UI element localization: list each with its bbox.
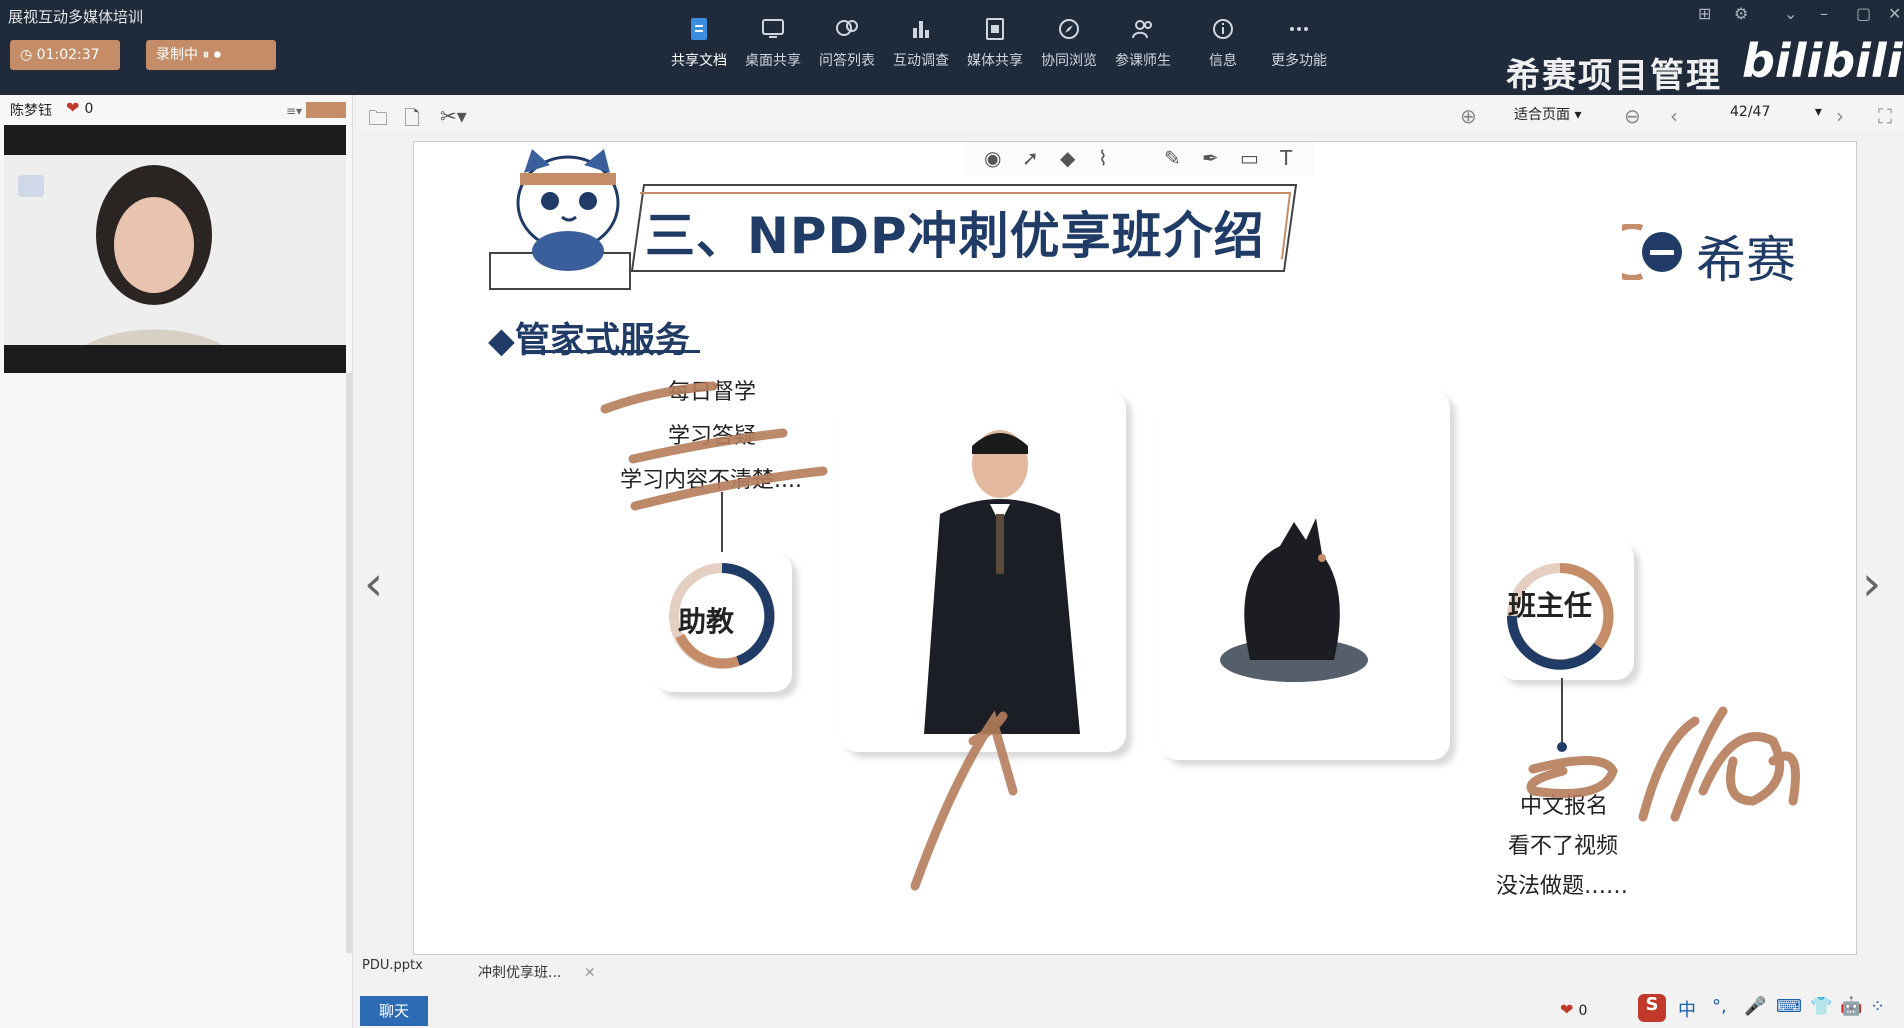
pen-annotations xyxy=(600,381,1800,891)
sogou-logo-icon: S xyxy=(1638,994,1666,1022)
bottom-like-count: 0 xyxy=(1578,1003,1588,1019)
list-menu-icon[interactable]: ≡▾ xyxy=(286,104,302,118)
film-icon xyxy=(986,18,1004,40)
tool-more[interactable]: 更多功能 xyxy=(1262,16,1336,70)
tool-media-share[interactable]: 媒体共享 xyxy=(958,16,1032,70)
page-indicator[interactable]: 42/47 ▾ xyxy=(1730,104,1822,120)
like-counter[interactable]: ❤ 0 xyxy=(66,98,93,117)
tool-participants[interactable]: 参课师生 xyxy=(1106,16,1180,70)
open-folder-icon[interactable]: 🗀 xyxy=(368,104,388,138)
record-button[interactable]: 录制中 ⏸ ⏺ xyxy=(146,40,276,70)
minimize-icon[interactable]: – xyxy=(1820,4,1828,23)
collapse-icon[interactable]: ⌄ xyxy=(1784,4,1797,23)
fullscreen-icon[interactable]: ⛶ xyxy=(1878,104,1892,128)
chat-button[interactable]: 聊天 xyxy=(360,996,428,1026)
tool-label: 问答列表 xyxy=(819,53,875,69)
watermark-brand: 希赛项目管理 xyxy=(1506,56,1722,96)
users-icon xyxy=(1132,20,1152,39)
bar-chart-icon xyxy=(913,21,929,38)
toolbox-icon[interactable]: ⁘ xyxy=(1870,996,1885,1017)
close-icon[interactable]: ✕ xyxy=(1888,4,1901,23)
skin-icon[interactable]: 👕 xyxy=(1810,996,1832,1017)
zoom-in-icon[interactable]: ⊕ xyxy=(1460,104,1477,128)
robot-icon[interactable]: 🤖 xyxy=(1840,996,1862,1017)
presenter-video xyxy=(4,155,346,373)
timer-text: 01:02:37 xyxy=(36,47,100,63)
fit-page-label: 适合页面 xyxy=(1514,107,1570,123)
scrollbar[interactable] xyxy=(346,373,352,953)
document-icon xyxy=(691,18,707,40)
next-slide-arrow[interactable]: › xyxy=(1862,556,1881,612)
tool-desktop-share[interactable]: 桌面共享 xyxy=(736,16,810,70)
tool-label: 协同浏览 xyxy=(1041,53,1097,69)
ime-language[interactable]: 中 xyxy=(1678,996,1696,1022)
maximize-icon[interactable]: ▢ xyxy=(1856,4,1871,23)
tool-label: 共享文档 xyxy=(671,53,727,69)
new-file-icon[interactable]: 🗋 xyxy=(404,104,420,138)
zoom-out-icon[interactable]: ⊖ xyxy=(1624,104,1641,128)
quality-badge xyxy=(306,102,346,118)
record-label: 录制中 xyxy=(156,47,198,63)
ime-toolbar: S 中 °, 🎤 ⌨ 👕 🤖 ⁘ xyxy=(1634,992,1904,1028)
grid-icon[interactable]: ⊞ xyxy=(1698,4,1711,23)
chat-label: 聊天 xyxy=(378,1002,409,1020)
tool-qa-list[interactable]: 问答列表 xyxy=(810,16,884,70)
tool-co-browse[interactable]: 协同浏览 xyxy=(1032,16,1106,70)
next-page-icon[interactable]: › xyxy=(1836,104,1844,128)
like-count: 0 xyxy=(84,101,94,117)
video-top-bar xyxy=(4,125,346,155)
previous-page-icon[interactable]: ‹ xyxy=(1670,104,1678,128)
tool-label: 互动调查 xyxy=(893,53,949,69)
more-dots-icon xyxy=(1290,27,1308,31)
microphone-icon[interactable]: 🎤 xyxy=(1744,996,1766,1017)
tool-label: 参课师生 xyxy=(1115,53,1171,69)
monitor-icon xyxy=(762,19,784,38)
video-bottom-bar xyxy=(4,345,346,373)
close-tab-icon[interactable]: ✕ xyxy=(584,965,596,981)
tool-label: 媒体共享 xyxy=(967,53,1023,69)
bottom-like-counter[interactable]: ❤ 0 xyxy=(1560,1000,1587,1019)
document-tab[interactable]: 冲刺优享班... ✕ xyxy=(478,962,596,982)
compass-icon xyxy=(1059,19,1079,39)
app-title: 展视互动多媒体培训 xyxy=(8,8,144,26)
chat-bubble-icon xyxy=(836,20,858,36)
prev-slide-arrow[interactable]: ‹ xyxy=(364,556,383,612)
bilibili-logo: bilibili xyxy=(1742,34,1903,88)
page-number: 42/47 xyxy=(1730,104,1771,120)
document-tab-label: 冲刺优享班... xyxy=(478,965,562,981)
file-tab-label: PDU.pptx xyxy=(362,958,423,973)
keyboard-icon[interactable]: ⌨ xyxy=(1776,996,1802,1017)
fit-page-select[interactable]: 适合页面 ▾ xyxy=(1514,104,1581,124)
tool-label: 桌面共享 xyxy=(745,53,801,69)
tool-label: 更多功能 xyxy=(1271,53,1327,69)
tool-share-doc[interactable]: 共享文档 xyxy=(662,16,736,70)
tool-survey[interactable]: 互动调查 xyxy=(884,16,958,70)
tool-label: 信息 xyxy=(1209,53,1237,69)
file-tab[interactable]: PDU.pptx xyxy=(362,958,423,973)
timer-display: ◷ 01:02:37 xyxy=(10,40,120,70)
tool-info[interactable]: 信息 xyxy=(1186,16,1260,70)
settings-icon[interactable]: ⚙ xyxy=(1734,4,1748,23)
punctuation-icon[interactable]: °, xyxy=(1712,996,1727,1017)
presenter-name: 陈梦钰 xyxy=(10,103,52,119)
info-icon xyxy=(1213,19,1233,39)
scissors-icon[interactable]: ✂▾ xyxy=(440,104,467,128)
